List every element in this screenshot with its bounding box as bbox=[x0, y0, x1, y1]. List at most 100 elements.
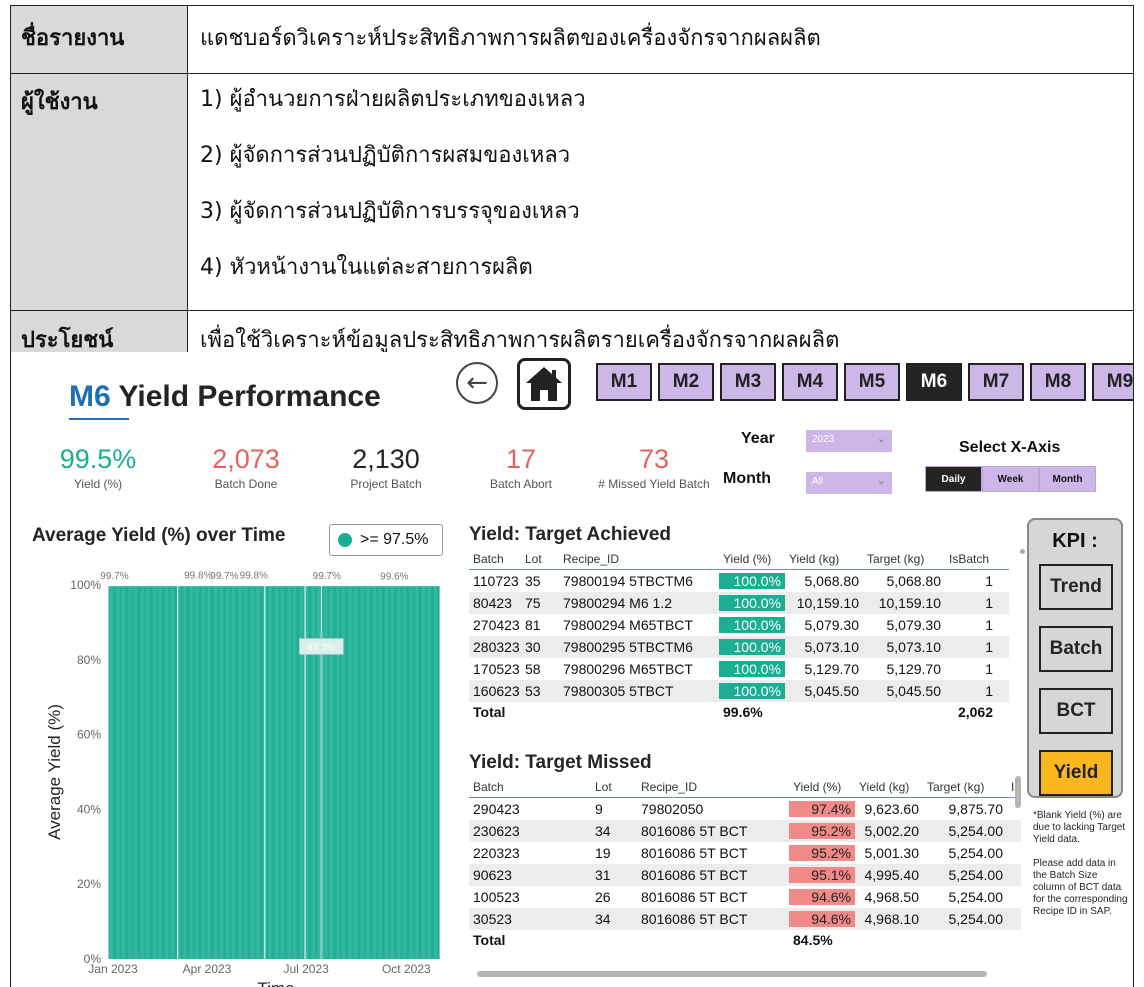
chart-bar bbox=[111, 586, 113, 959]
chart-bar bbox=[120, 586, 122, 959]
table-row[interactable]: 80423 75 79800294 M6 1.2 100.0% 10,159.10 10,… bbox=[469, 592, 1009, 614]
table-cell: 100.0% bbox=[719, 573, 785, 589]
chart-bar bbox=[205, 586, 207, 959]
chart-bar bbox=[190, 586, 192, 959]
column-header[interactable]: Lot bbox=[591, 780, 637, 794]
total-cell: Total bbox=[473, 932, 506, 948]
column-header[interactable]: Lot bbox=[521, 552, 559, 566]
y-axis-title: Average Yield (%) bbox=[45, 704, 64, 840]
table-cell: 8016086 5T BCT bbox=[641, 845, 748, 861]
chart-bar bbox=[290, 586, 292, 959]
column-header[interactable]: Batch bbox=[469, 780, 591, 794]
table-row[interactable]: 110723 35 79800194 5TBCTM6 100.0% 5,068.80 5,… bbox=[469, 570, 1009, 592]
chart-bar bbox=[258, 586, 260, 959]
chart-bar bbox=[217, 586, 219, 959]
table-row[interactable]: 270423 81 79800294 M65TBCT 100.0% 5,079.30 5,… bbox=[469, 614, 1009, 636]
vertical-scrollbar[interactable] bbox=[1015, 776, 1021, 808]
chart-bar bbox=[146, 586, 148, 959]
back-button[interactable]: ← bbox=[456, 362, 498, 404]
legend-label: >= 97.5% bbox=[360, 531, 429, 548]
column-header[interactable]: Yield (kg) bbox=[855, 780, 923, 794]
chart-bar bbox=[121, 586, 123, 959]
tab-m3[interactable]: M3 bbox=[720, 363, 776, 401]
chart-bar bbox=[227, 586, 229, 959]
tab-m2[interactable]: M2 bbox=[658, 363, 714, 401]
xaxis-month-button[interactable]: Month bbox=[1039, 466, 1096, 492]
table-row[interactable]: 100523 26 8016086 5T BCT 94.6% 4,968.50 5,254… bbox=[469, 886, 1021, 908]
kpi-trend-button[interactable]: Trend bbox=[1039, 564, 1113, 610]
table-row[interactable]: 170523 58 79800296 M65TBCT 100.0% 5,129.70 5,… bbox=[469, 658, 1009, 680]
xaxis-daily-button[interactable]: Daily bbox=[925, 466, 982, 492]
kpi-batch-button[interactable]: Batch bbox=[1039, 626, 1113, 672]
table-row[interactable]: 30523 34 8016086 5T BCT 94.6% 4,968.10 5,254.… bbox=[469, 908, 1021, 930]
chart-bar bbox=[192, 586, 194, 959]
table-cell: 230623 bbox=[473, 823, 520, 839]
chart-bar bbox=[131, 586, 133, 959]
kpi-batch-done: 2,073 Batch Done bbox=[191, 444, 301, 491]
chart-bar bbox=[363, 586, 365, 959]
column-header[interactable]: Recipe_ID bbox=[559, 552, 719, 566]
column-header[interactable]: Yield (%) bbox=[789, 780, 855, 794]
kpi-bct-button[interactable]: BCT bbox=[1039, 688, 1113, 734]
table-cell: 58 bbox=[525, 661, 541, 677]
chart-bar bbox=[288, 586, 290, 959]
chart-bar bbox=[349, 586, 351, 959]
table-row[interactable]: 160623 53 79800305 5TBCT 100.0% 5,045.50 5,04… bbox=[469, 680, 1009, 702]
column-header[interactable]: Yield (%) bbox=[719, 552, 785, 566]
y-tick-label: 60% bbox=[77, 728, 101, 742]
home-button[interactable] bbox=[517, 358, 571, 410]
table-row[interactable]: 230623 34 8016086 5T BCT 95.2% 5,002.20 5,254… bbox=[469, 820, 1021, 842]
table-cell: 8016086 5T BCT bbox=[641, 889, 748, 905]
table-cell: 90623 bbox=[473, 867, 512, 883]
column-header[interactable]: Recipe_ID bbox=[637, 780, 789, 794]
tab-m4[interactable]: M4 bbox=[782, 363, 838, 401]
tab-m5[interactable]: M5 bbox=[844, 363, 900, 401]
tab-m9[interactable]: M9 bbox=[1092, 363, 1133, 401]
chart-bar bbox=[277, 586, 279, 959]
chart-bar bbox=[165, 586, 167, 959]
table-cell: 1 bbox=[985, 661, 993, 677]
kpi-yield-button[interactable]: Yield bbox=[1039, 750, 1113, 796]
table-cell: 79800295 5TBCTM6 bbox=[563, 639, 693, 655]
chart-bar bbox=[110, 586, 112, 959]
column-header[interactable]: Target (kg) bbox=[923, 780, 1007, 794]
chart-bar bbox=[221, 586, 223, 959]
table-row[interactable]: 280323 30 79800295 5TBCTM6 100.0% 5,073.10 5,… bbox=[469, 636, 1009, 658]
chart-bar bbox=[153, 586, 155, 959]
month-select[interactable]: All ⌄ bbox=[806, 472, 892, 494]
column-header[interactable]: Target (kg) bbox=[863, 552, 945, 566]
chart-bar bbox=[348, 586, 350, 959]
column-header[interactable]: Batch bbox=[469, 552, 521, 566]
table-cell: 170523 bbox=[473, 661, 520, 677]
legend[interactable]: >= 97.5% bbox=[329, 524, 443, 556]
chart-bar bbox=[263, 586, 265, 959]
column-header[interactable]: IsBatch bbox=[945, 552, 997, 566]
tab-m6[interactable]: M6 bbox=[906, 363, 962, 401]
tab-m7[interactable]: M7 bbox=[968, 363, 1024, 401]
chart-bar bbox=[274, 586, 276, 959]
xaxis-week-button[interactable]: Week bbox=[982, 466, 1039, 492]
user-item: 4) หัวหน้างานในแต่ละสายการผลิต bbox=[200, 255, 533, 280]
xaxis-selector: Daily Week Month bbox=[925, 466, 1096, 492]
chart-bar bbox=[295, 586, 297, 959]
chart-bar bbox=[225, 586, 227, 959]
table-row[interactable]: 220323 19 8016086 5T BCT 95.2% 5,001.30 5,254… bbox=[469, 842, 1021, 864]
chart-bar bbox=[380, 586, 382, 959]
table-cell: 9,623.60 bbox=[864, 801, 920, 817]
horizontal-scrollbar[interactable] bbox=[477, 971, 987, 977]
chart-bar bbox=[138, 586, 141, 959]
year-select[interactable]: 2023 ⌄ bbox=[806, 430, 892, 452]
table-row[interactable]: 290423 9 79802050 97.4% 9,623.60 9,875.70 bbox=[469, 798, 1021, 820]
column-header[interactable]: Yield (kg) bbox=[785, 552, 863, 566]
tab-m8[interactable]: M8 bbox=[1030, 363, 1086, 401]
chart-bar bbox=[213, 586, 215, 959]
chart-bar bbox=[234, 586, 236, 959]
chart-bar bbox=[396, 586, 398, 959]
tab-m1[interactable]: M1 bbox=[596, 363, 652, 401]
chart-bar bbox=[431, 586, 434, 959]
table-row[interactable]: 90623 31 8016086 5T BCT 95.1% 4,995.40 5,254.… bbox=[469, 864, 1021, 886]
chart-bar bbox=[286, 586, 288, 959]
table-cell: 26 bbox=[595, 889, 611, 905]
chart-bar bbox=[250, 586, 252, 959]
chart-bar bbox=[345, 586, 348, 959]
